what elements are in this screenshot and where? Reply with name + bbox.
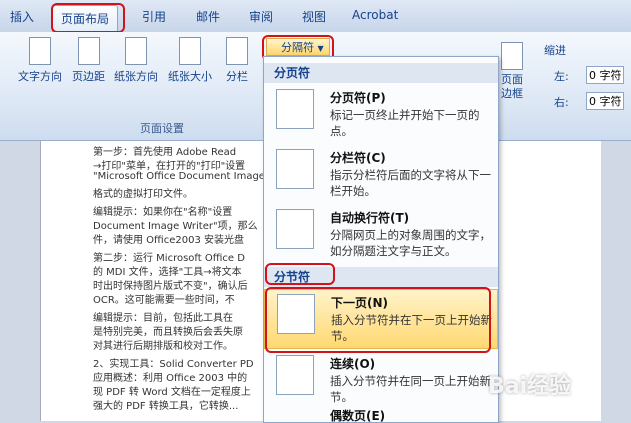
column-break-icon [276, 149, 314, 189]
text-wrapping-icon [276, 209, 314, 249]
indent-left-label: 左: [554, 70, 569, 83]
page-setup-group-label: 页面设置 [140, 122, 184, 135]
columns-icon [226, 37, 248, 65]
indent-right-input[interactable]: 0 字符 [586, 92, 624, 110]
tab-acrobat[interactable]: Acrobat [352, 8, 398, 22]
tab-page-layout[interactable]: 页面布局 [52, 5, 119, 32]
breaks-button[interactable]: 分隔符 ▼ [266, 38, 330, 56]
tab-review[interactable]: 审阅 [249, 8, 273, 25]
tab-mailings[interactable]: 邮件 [196, 8, 220, 25]
menu-item-column-break[interactable]: 分栏符(C) 指示分栏符后面的文字将从下一栏开始。 [264, 145, 498, 199]
ribbon-tab-bar: 插入 页面布局 引用 邮件 审阅 视图 Acrobat [0, 0, 631, 33]
orientation-button[interactable]: 纸张方向 [114, 37, 158, 84]
indent-label: 缩进 [544, 44, 566, 57]
menu-item-text-wrapping[interactable]: 自动换行符(T) 分隔网页上的对象周围的文字，如分隔题注文字与正文。 [264, 205, 498, 259]
tab-references[interactable]: 引用 [142, 8, 166, 25]
section-breaks-header: 分节符 [264, 267, 498, 287]
indent-right-label: 右: [554, 96, 569, 109]
text-direction-icon [29, 37, 51, 65]
page-break-icon [276, 89, 314, 129]
menu-item-continuous[interactable]: 连续(O) 插入分节符并在同一页上开始新节。 [264, 351, 498, 404]
next-page-icon [277, 294, 315, 334]
menu-item-next-page[interactable]: 下一页(N) 插入分节符并在下一页上开始新节。 [264, 289, 498, 349]
page-size-icon [179, 37, 201, 65]
chevron-down-icon: ▼ [317, 44, 324, 53]
text-direction-button[interactable]: 文字方向 [18, 37, 62, 84]
margins-button[interactable]: 页边距 [72, 37, 105, 84]
margins-icon [77, 37, 100, 65]
page-breaks-header: 分页符 [264, 63, 498, 83]
watermark: Bai经验 [488, 374, 572, 399]
orientation-icon [125, 37, 147, 65]
size-button[interactable]: 纸张大小 [168, 37, 212, 84]
tab-insert[interactable]: 插入 [10, 8, 34, 25]
tab-view[interactable]: 视图 [302, 8, 326, 25]
indent-pane: 缩进 左: 0 字符 右: 0 字符 [498, 32, 631, 140]
columns-button[interactable]: 分栏 [226, 37, 248, 84]
indent-left-input[interactable]: 0 字符 [586, 66, 624, 84]
breaks-menu: 分页符 分页符(P) 标记一页终止并开始下一页的点。 分栏符(C) 指示分栏符后… [263, 56, 499, 423]
menu-item-page-break[interactable]: 分页符(P) 标记一页终止并开始下一页的点。 [264, 85, 498, 139]
continuous-icon [276, 355, 314, 395]
menu-item-even-page[interactable]: 偶数页(E) [264, 407, 498, 422]
